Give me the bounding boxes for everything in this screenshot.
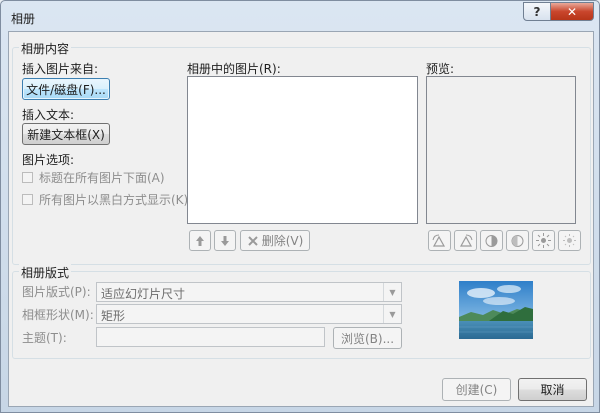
- close-icon: ✕: [566, 4, 578, 19]
- arrow-down-icon: [221, 235, 229, 246]
- file-disk-button[interactable]: 文件/磁盘(F)...: [22, 78, 110, 100]
- contrast-decrease-icon: [511, 235, 524, 247]
- dialog-client-area: 相册内容 插入图片来自: 文件/磁盘(F)... 插入文本: 新建文本框(X) …: [8, 31, 594, 407]
- frame-shape-value: 矩形: [101, 309, 126, 323]
- contrast-decrease-button[interactable]: [506, 230, 529, 251]
- create-button[interactable]: 创建(C): [442, 378, 511, 401]
- contrast-increase-icon: [485, 235, 498, 247]
- contrast-increase-button[interactable]: [480, 230, 503, 251]
- close-button[interactable]: ✕: [550, 2, 594, 21]
- move-up-button[interactable]: [189, 230, 211, 251]
- theme-input[interactable]: [96, 327, 325, 347]
- move-down-button[interactable]: [214, 230, 236, 251]
- arrow-up-icon: [196, 235, 204, 246]
- window-title: 相册: [11, 12, 36, 26]
- caption-below-label: 标题在所有图片下面(A): [39, 171, 165, 185]
- photo-album-dialog: 相册 ? ✕ 相册内容 插入图片来自: 文件/磁盘(F)... 插入文本: 新建…: [0, 0, 600, 413]
- pictures-in-album-label: 相册中的图片(R):: [187, 62, 281, 76]
- preview-area: [426, 76, 576, 224]
- cancel-button[interactable]: 取消: [518, 378, 587, 401]
- theme-label: 主题(T):: [22, 331, 67, 345]
- rotate-right-icon: [459, 234, 473, 247]
- picture-layout-select[interactable]: 适应幻灯片尺寸 ▼: [96, 282, 402, 302]
- black-white-checkbox[interactable]: [22, 194, 33, 205]
- rotate-right-button[interactable]: [454, 230, 477, 251]
- brightness-decrease-button[interactable]: [558, 230, 581, 251]
- delete-button-label: 删除(V): [261, 234, 304, 248]
- preview-label: 预览:: [426, 62, 455, 76]
- insert-text-label: 插入文本:: [22, 108, 75, 122]
- brightness-increase-button[interactable]: [532, 230, 555, 251]
- frame-shape-label: 相框形状(M):: [22, 308, 94, 322]
- title-bar[interactable]: 相册 ? ✕: [1, 1, 599, 31]
- help-icon: ?: [533, 4, 541, 19]
- browse-button[interactable]: 浏览(B)...: [333, 327, 402, 349]
- rotate-left-icon: [432, 234, 446, 247]
- chevron-down-icon[interactable]: ▼: [383, 305, 401, 323]
- layout-preview-image: [459, 281, 533, 339]
- pictures-in-album-list[interactable]: [187, 76, 418, 224]
- insert-picture-from-label: 插入图片来自:: [22, 62, 99, 76]
- new-textbox-button[interactable]: 新建文本框(X): [22, 123, 110, 145]
- rotate-left-button[interactable]: [428, 230, 451, 251]
- picture-layout-label: 图片版式(P):: [22, 285, 91, 299]
- delete-button[interactable]: 删除(V): [240, 230, 310, 251]
- caption-below-checkbox-row[interactable]: 标题在所有图片下面(A): [22, 169, 165, 186]
- album-content-group-label: 相册内容: [19, 40, 72, 57]
- chevron-down-icon[interactable]: ▼: [383, 283, 401, 301]
- help-button[interactable]: ?: [523, 2, 551, 21]
- picture-options-label: 图片选项:: [22, 153, 75, 167]
- black-white-checkbox-row[interactable]: 所有图片以黑白方式显示(K): [22, 191, 188, 208]
- brightness-increase-icon: [536, 233, 551, 248]
- picture-layout-value: 适应幻灯片尺寸: [101, 287, 186, 301]
- album-layout-group-label: 相册版式: [19, 264, 72, 281]
- caption-below-checkbox[interactable]: [22, 172, 33, 183]
- frame-shape-select[interactable]: 矩形 ▼: [96, 304, 402, 324]
- black-white-label: 所有图片以黑白方式显示(K): [39, 193, 189, 207]
- delete-x-icon: [247, 235, 258, 246]
- brightness-decrease-icon: [563, 234, 576, 247]
